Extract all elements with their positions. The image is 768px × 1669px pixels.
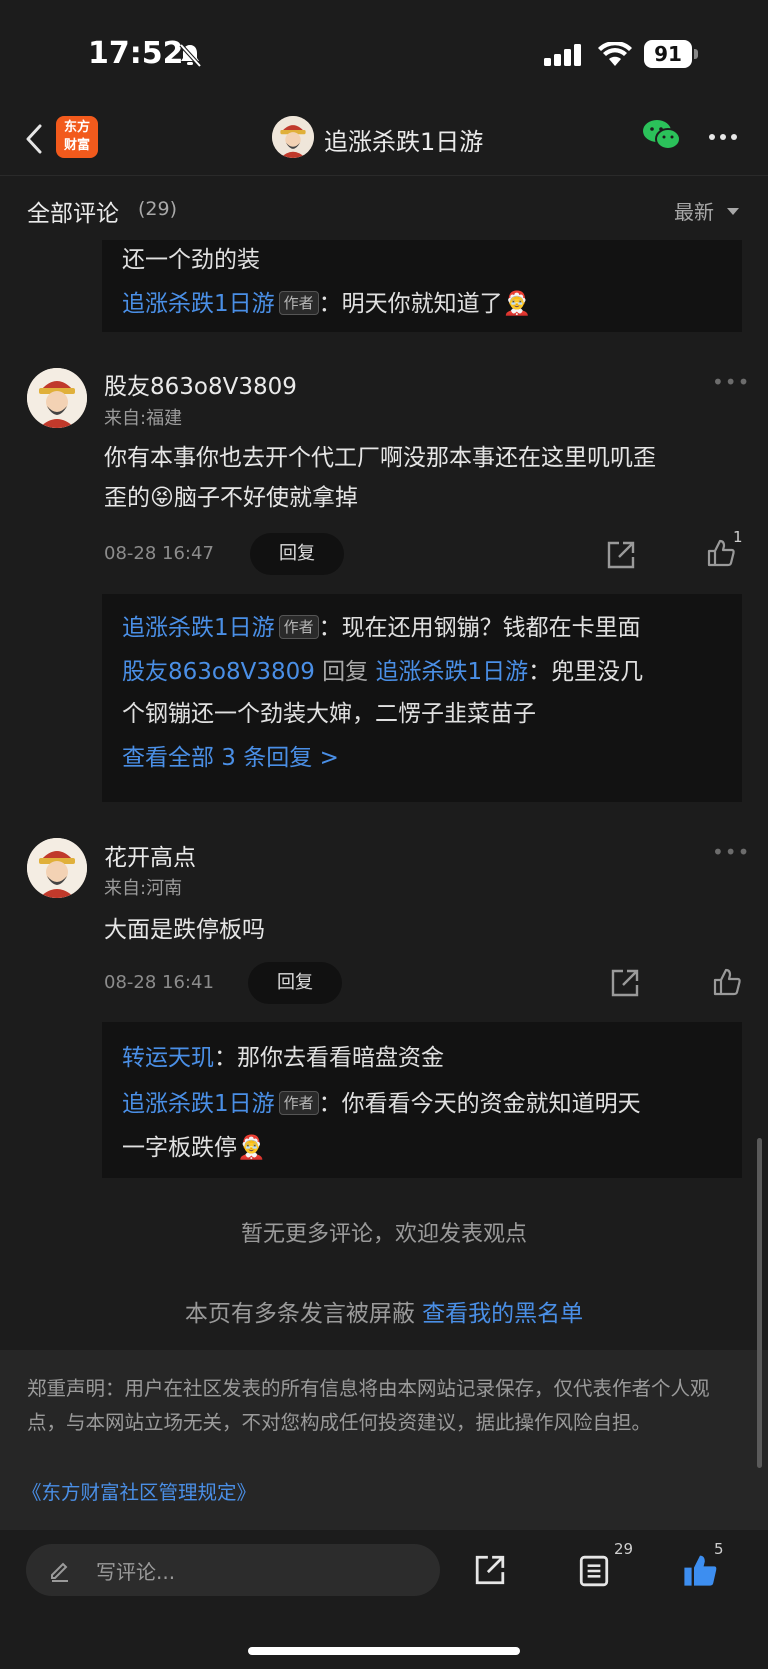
reply-item[interactable]: 股友863o8V3809 回复 追涨杀跌1日游：兜里没几 [122, 652, 643, 686]
write-comment-input[interactable]: 写评论... [26, 1544, 440, 1596]
reply-thread: 转运天玑：那你去看看暗盘资金 追涨杀跌1日游 作者 ：你看看今天的资金就知道明天 一… [102, 1022, 742, 1178]
no-more-comments: 暂无更多评论，欢迎发表观点 [240, 1222, 527, 1247]
author-badge: 作者 [278, 615, 319, 639]
reply-text: ：明天你就知道了🤶 [318, 291, 532, 317]
comment-content-line: 你有本事你也去开个代工厂啊没那本事还在这里叽叽歪 [104, 445, 656, 471]
fortune-god-avatar-icon [27, 368, 87, 428]
reply-text: ：兜里没几 [528, 659, 644, 685]
reply-author[interactable]: 转运天玑 [122, 1045, 214, 1071]
status-bar: 17:52 91 [0, 0, 768, 110]
blocked-notice: 本页有多条发言被屏蔽 查看我的黑名单 [0, 1294, 768, 1328]
reply-item[interactable]: 追涨杀跌1日游 作者 ：现在还用钢镚？钱都在卡里面 [122, 608, 641, 642]
community-rules-link[interactable]: 《东方财富社区管理规定》 [22, 1476, 256, 1505]
comment-content: 大面是跌停板吗 [104, 910, 265, 950]
reply-button[interactable]: 回复 [248, 962, 342, 1004]
reply-text: 一字板跌停🤶 [122, 1135, 266, 1161]
share-icon[interactable] [610, 968, 640, 998]
cellular-signal-icon [544, 44, 581, 66]
reply-user[interactable]: 股友863o8V3809 [122, 659, 315, 685]
wifi-icon [598, 42, 632, 66]
battery-indicator: 91 [644, 40, 692, 68]
thumbs-up-filled-icon[interactable] [682, 1552, 718, 1588]
eastmoney-logo[interactable]: 东方 财富 [56, 116, 98, 158]
like-count: 1 [733, 528, 743, 546]
more-options-icon[interactable] [708, 132, 738, 142]
comment-content: 你有本事你也去开个代工厂啊没那本事还在这里叽叽歪 歪的😝脑子不好使就拿掉 [104, 438, 656, 518]
reply-text: ：现在还用钢镚？钱都在卡里面 [318, 615, 641, 641]
reply-text: 个钢镚还一个劲装大婶，二愣子韭菜苗子 [122, 701, 536, 727]
like-count-badge: 5 [714, 1540, 724, 1558]
comment-username[interactable]: 股友863o8V3809 [104, 367, 297, 401]
author-badge: 作者 [278, 291, 319, 315]
wechat-icon[interactable] [642, 118, 682, 152]
reply-text: 还一个劲的装 [122, 247, 260, 273]
comment-more-icon[interactable]: ••• [712, 840, 750, 864]
comment-username[interactable]: 花开高点 [104, 838, 196, 872]
reply-text: ：你看看今天的资金就知道明天 [318, 1091, 641, 1117]
fortune-god-avatar-icon [272, 116, 314, 158]
reply-author[interactable]: 追涨杀跌1日游 [122, 291, 275, 317]
blacklist-link[interactable]: 查看我的黑名单 [422, 1301, 583, 1327]
reply-thread: 还一个劲的装 追涨杀跌1日游 作者 ：明天你就知道了🤶 [102, 240, 742, 332]
comment-location: 来自:福建 [104, 408, 183, 429]
like-icon[interactable] [706, 538, 736, 568]
like-icon[interactable] [712, 967, 742, 997]
reply-author[interactable]: 追涨杀跌1日游 [122, 615, 275, 641]
reply-verb: 回复 [314, 659, 376, 685]
author-badge: 作者 [278, 1091, 319, 1115]
comments-count: (29) [138, 198, 178, 220]
reply-author[interactable]: 追涨杀跌1日游 [122, 1091, 275, 1117]
scrollbar[interactable] [757, 1138, 762, 1468]
battery-tip [694, 49, 698, 59]
home-indicator [248, 1647, 520, 1655]
comment-count-badge: 29 [614, 1540, 634, 1558]
back-chevron-icon[interactable] [22, 122, 46, 156]
share-icon[interactable] [606, 540, 636, 570]
comment-content-line: 歪的😝脑子不好使就拿掉 [104, 485, 358, 511]
page-title: 追涨杀跌1日游 [324, 128, 484, 156]
reply-item[interactable]: 转运天玑：那你去看看暗盘资金 [122, 1038, 444, 1072]
share-icon[interactable] [474, 1554, 506, 1586]
bottom-action-bar: 写评论... 29 5 [0, 1530, 768, 1669]
view-all-replies-link[interactable]: 查看全部 3 条回复 > [122, 738, 339, 772]
disclaimer-panel: 郑重声明：用户在社区发表的所有信息将由本网站记录保存，仅代表作者个人观点，与本网… [0, 1350, 768, 1530]
reply-button[interactable]: 回复 [250, 533, 344, 575]
comment-location: 来自:河南 [104, 878, 183, 899]
reply-item[interactable]: 追涨杀跌1日游 作者 ：你看看今天的资金就知道明天 [122, 1084, 641, 1118]
sort-caret-icon[interactable] [727, 208, 739, 215]
comment-date: 08-28 16:47 [104, 543, 214, 564]
comments-list-icon[interactable] [578, 1554, 610, 1588]
reply-target[interactable]: 追涨杀跌1日游 [376, 659, 529, 685]
comment-content-line: 大面是跌停板吗 [104, 917, 265, 943]
reply-item[interactable]: 追涨杀跌1日游 作者 ：明天你就知道了🤶 [122, 284, 531, 318]
bell-muted-icon [179, 43, 202, 68]
author-avatar[interactable] [272, 116, 314, 158]
disclaimer-text: 郑重声明：用户在社区发表的所有信息将由本网站记录保存，仅代表作者个人观点，与本网… [27, 1377, 710, 1434]
fortune-god-avatar-icon [27, 838, 87, 898]
nav-bar: 东方 财富 追涨杀跌1日游 [0, 110, 768, 176]
comment-date: 08-28 16:41 [104, 972, 214, 993]
blocked-notice-text: 本页有多条发言被屏蔽 [184, 1301, 423, 1327]
avatar[interactable] [27, 368, 87, 428]
sort-dropdown[interactable]: 最新 [674, 196, 714, 225]
logo-text-top: 东方 [63, 120, 90, 135]
logo-text-bottom: 财富 [63, 138, 90, 153]
comments-title: 全部评论 [27, 201, 119, 227]
reply-text: ：那你去看看暗盘资金 [214, 1045, 444, 1071]
reply-thread: 追涨杀跌1日游 作者 ：现在还用钢镚？钱都在卡里面 股友863o8V3809 回复 … [102, 594, 742, 802]
write-comment-placeholder: 写评论... [96, 1560, 176, 1584]
comment-more-icon[interactable]: ••• [712, 370, 750, 394]
status-time: 17:52 [88, 36, 184, 71]
pencil-icon [51, 1562, 68, 1582]
avatar[interactable] [27, 838, 87, 898]
comments-header: 全部评论 (29) 最新 [0, 186, 768, 238]
